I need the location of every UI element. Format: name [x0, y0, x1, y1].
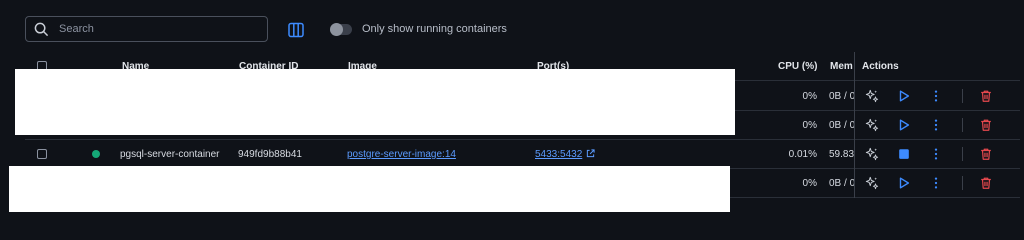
action-divider: [962, 176, 963, 190]
stop-icon: [899, 149, 909, 159]
container-name[interactable]: pgsql-server-container: [120, 149, 220, 160]
redaction-overlay: [15, 69, 735, 135]
port-link[interactable]: 5433:5432: [535, 149, 595, 160]
more-vertical-icon: [934, 148, 938, 160]
more-vertical-icon: [934, 119, 938, 131]
header-memory[interactable]: Mem: [830, 61, 853, 72]
header-actions: Actions: [862, 61, 899, 72]
toggle-knob: [330, 23, 343, 36]
columns-icon: [288, 22, 304, 38]
trash-icon: [981, 148, 991, 160]
stop-button[interactable]: [896, 146, 912, 162]
search-field[interactable]: [25, 16, 268, 42]
action-divider: [962, 147, 963, 161]
actions-column-separator: [854, 52, 855, 198]
sparkles-icon: [865, 89, 879, 103]
columns-button[interactable]: [286, 20, 306, 40]
memory-cell: 0B / 0: [829, 178, 854, 189]
trash-icon: [981, 90, 991, 102]
delete-button[interactable]: [978, 88, 994, 104]
sparkles-icon: [865, 118, 879, 132]
play-icon: [899, 177, 910, 189]
play-icon: [899, 119, 910, 131]
row-divider: [25, 139, 1020, 140]
more-vertical-icon: [934, 177, 938, 189]
trash-icon: [981, 177, 991, 189]
sparkles-icon: [865, 147, 879, 161]
more-vertical-icon: [934, 90, 938, 102]
running-only-toggle[interactable]: [330, 23, 352, 36]
cpu-cell: 0.01%: [788, 149, 817, 160]
image-link[interactable]: postgre-server-image:14: [347, 149, 456, 160]
memory-cell: 0B / 0: [829, 91, 854, 102]
search-input[interactable]: [57, 22, 261, 36]
container-id: 949fd9b88b41: [238, 149, 302, 160]
ai-action-button[interactable]: [864, 117, 880, 133]
running-status-dot: [92, 150, 100, 158]
cpu-cell: 0%: [802, 91, 817, 102]
more-options-button[interactable]: [928, 88, 944, 104]
start-button[interactable]: [896, 117, 912, 133]
delete-button[interactable]: [978, 117, 994, 133]
trash-icon: [981, 119, 991, 131]
cpu-cell: 0%: [802, 178, 817, 189]
more-options-button[interactable]: [928, 146, 944, 162]
external-link-icon: [587, 149, 595, 158]
action-divider: [962, 89, 963, 103]
toggle-label: Only show running containers: [362, 23, 507, 35]
more-options-button[interactable]: [928, 175, 944, 191]
memory-cell: 59.83: [829, 149, 854, 160]
port-link-text[interactable]: 5433:5432: [535, 149, 582, 160]
more-options-button[interactable]: [928, 117, 944, 133]
ai-action-button[interactable]: [864, 146, 880, 162]
ai-action-button[interactable]: [864, 88, 880, 104]
header-cpu[interactable]: CPU (%): [778, 61, 817, 72]
delete-button[interactable]: [978, 175, 994, 191]
search-icon: [34, 22, 49, 36]
start-button[interactable]: [896, 175, 912, 191]
start-button[interactable]: [896, 88, 912, 104]
action-divider: [962, 118, 963, 132]
memory-cell: 0B / 0: [829, 120, 854, 131]
redaction-overlay: [9, 166, 730, 212]
cpu-cell: 0%: [802, 120, 817, 131]
play-icon: [899, 90, 910, 102]
delete-button[interactable]: [978, 146, 994, 162]
sparkles-icon: [865, 176, 879, 190]
ai-action-button[interactable]: [864, 175, 880, 191]
row-checkbox[interactable]: [37, 149, 47, 159]
